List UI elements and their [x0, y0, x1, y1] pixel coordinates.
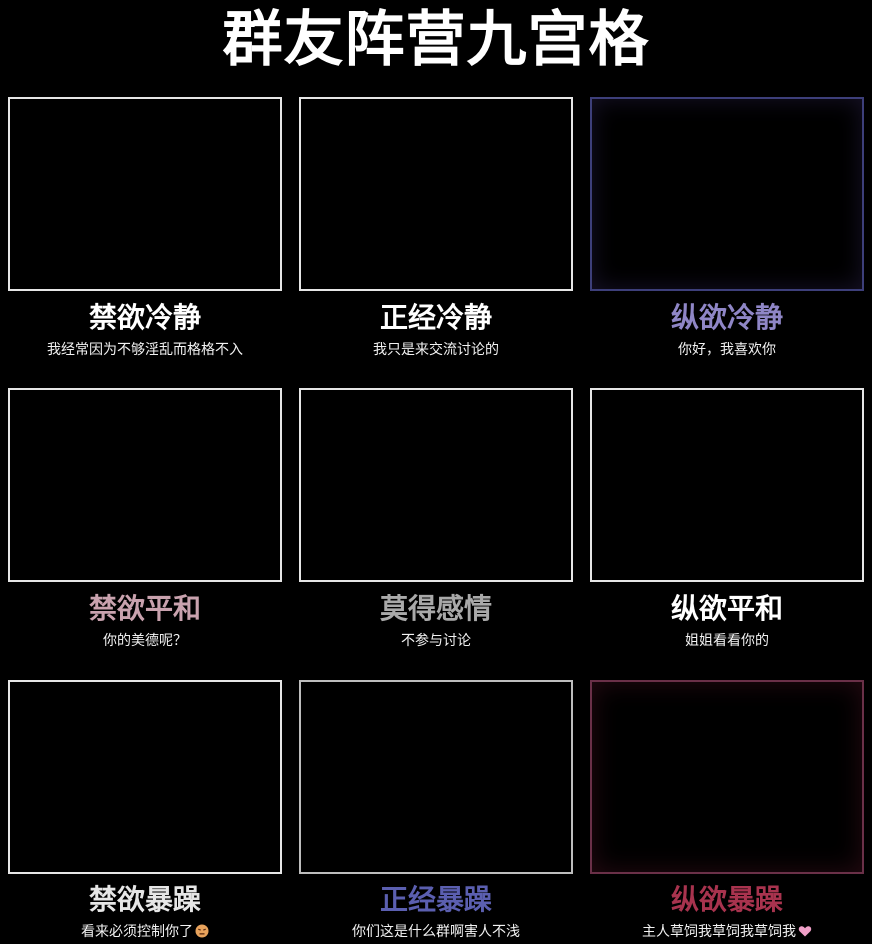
image-frame — [299, 388, 573, 582]
cell-subtitle: 你们这是什么群啊害人不浅 — [352, 924, 520, 940]
alignment-grid: 禁欲冷静 我经常因为不够淫乱而格格不入 正经冷静 我只是来交流讨论的 纵欲冷静 … — [0, 0, 872, 944]
cell-subtitle-row: 主人草饲我草饲我草饲我 — [578, 922, 872, 942]
heart-icon — [798, 926, 812, 937]
cell-label: 莫得感情 — [379, 592, 492, 625]
cell-label: 禁欲冷静 — [88, 301, 201, 334]
cell-label: 禁欲平和 — [88, 592, 201, 625]
cell-subtitle: 看来必须控制你了 — [81, 924, 193, 940]
cell-subtitle-row: 看来必须控制你了 — [0, 922, 294, 942]
cell-subtitle: 你的美德呢？ — [103, 633, 187, 649]
image-frame — [590, 97, 864, 291]
cell-subtitle: 我经常因为不够淫乱而格格不入 — [47, 342, 243, 358]
image-frame — [590, 680, 864, 874]
angry-face-icon — [195, 924, 209, 938]
cell-subtitle: 你好，我喜欢你 — [678, 342, 776, 358]
image-frame — [8, 388, 282, 582]
cell-label: 纵欲暴躁 — [670, 883, 783, 916]
cell-subtitle: 不参与讨论 — [401, 633, 471, 649]
cell-subtitle: 主人草饲我草饲我草饲我 — [642, 924, 796, 940]
cell-label: 正经暴躁 — [379, 883, 492, 916]
image-frame — [8, 97, 282, 291]
image-frame — [590, 388, 864, 582]
image-frame — [8, 680, 282, 874]
cell-subtitle: 姐姐看看你的 — [685, 633, 769, 649]
image-frame — [299, 680, 573, 874]
cell-subtitle: 我只是来交流讨论的 — [373, 342, 499, 358]
cell-label: 正经冷静 — [379, 301, 492, 334]
cell-label: 禁欲暴躁 — [88, 883, 201, 916]
cell-label: 纵欲平和 — [670, 592, 783, 625]
image-frame — [299, 97, 573, 291]
cell-label: 纵欲冷静 — [670, 301, 783, 334]
